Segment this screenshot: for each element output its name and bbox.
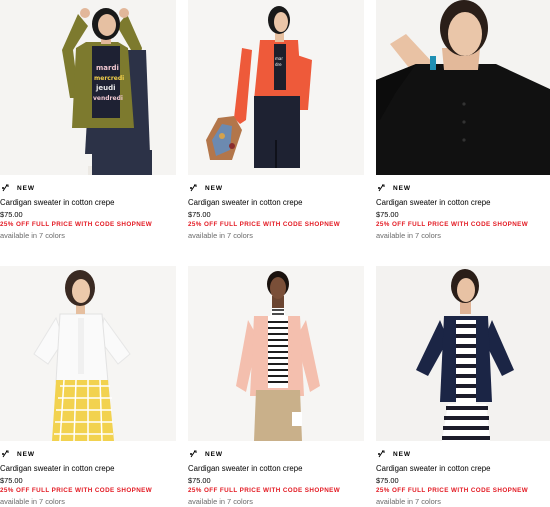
promo-text: 25% OFF FULL PRICE WITH CODE SHOPNEW [376,487,529,494]
color-availability-link[interactable]: available in 7 colors [376,497,550,507]
sparkle-icon [190,450,197,458]
product-title-link[interactable]: Cardigan sweater in cotton crepe [376,463,550,474]
svg-text:dre: dre [275,62,282,67]
color-availability-link[interactable]: available in 7 colors [188,497,364,507]
svg-text:mar: mar [275,56,283,61]
badge-label: NEW [205,450,223,458]
product-price: $75.00 [0,210,23,219]
product-image[interactable] [376,266,550,441]
product-price: $75.00 [188,476,211,485]
promo-text: 25% OFF FULL PRICE WITH CODE SHOPNEW [188,487,341,494]
new-badge: NEW [188,182,364,194]
product-image[interactable]: mar dre [188,0,364,175]
new-badge: NEW [0,182,176,194]
svg-text:mercredi: mercredi [94,75,124,82]
product-price: $75.00 [376,210,399,219]
product-title-link[interactable]: Cardigan sweater in cotton crepe [188,197,364,208]
badge-label: NEW [17,450,35,458]
new-badge: NEW [188,448,364,460]
product-card[interactable]: NEW Cardigan sweater in cotton crepe $75… [0,266,176,507]
color-availability-link[interactable]: available in 7 colors [0,231,176,241]
product-image[interactable] [188,266,364,441]
product-title-link[interactable]: Cardigan sweater in cotton crepe [376,197,550,208]
product-card[interactable]: NEW Cardigan sweater in cotton crepe $75… [376,266,550,507]
sparkle-icon [2,184,9,192]
svg-text:vendredi: vendredi [93,95,123,102]
product-card[interactable]: mar dre NEW Cardigan sweater in cotton c… [188,0,364,241]
promo-text: 25% OFF FULL PRICE WITH CODE SHOPNEW [376,221,529,228]
sparkle-icon [190,184,197,192]
product-title-link[interactable]: Cardigan sweater in cotton crepe [188,463,364,474]
promo-text: 25% OFF FULL PRICE WITH CODE SHOPNEW [0,487,153,494]
badge-label: NEW [393,450,411,458]
product-image[interactable]: mardi mercredi jeudi vendredi [0,0,176,175]
promo-text: 25% OFF FULL PRICE WITH CODE SHOPNEW [0,221,153,228]
badge-label: NEW [393,184,411,192]
product-title-link[interactable]: Cardigan sweater in cotton crepe [0,197,176,208]
sparkle-icon [378,450,385,458]
product-card[interactable]: NEW Cardigan sweater in cotton crepe $75… [188,266,364,507]
product-image[interactable] [376,0,550,175]
color-availability-link[interactable]: available in 7 colors [0,497,176,507]
product-price: $75.00 [376,476,399,485]
product-card[interactable]: mardi mercredi jeudi vendredi NEW Cardig… [0,0,176,241]
new-badge: NEW [376,448,550,460]
new-badge: NEW [0,448,176,460]
promo-text: 25% OFF FULL PRICE WITH CODE SHOPNEW [188,221,341,228]
product-card[interactable]: NEW Cardigan sweater in cotton crepe $75… [376,0,550,241]
product-grid: mardi mercredi jeudi vendredi NEW Cardig… [0,0,550,506]
badge-label: NEW [205,184,223,192]
product-image[interactable] [0,266,176,441]
color-availability-link[interactable]: available in 7 colors [188,231,364,241]
new-badge: NEW [376,182,550,194]
svg-text:mardi: mardi [96,64,119,72]
product-price: $75.00 [188,210,211,219]
sparkle-icon [378,184,385,192]
color-availability-link[interactable]: available in 7 colors [376,231,550,241]
sparkle-icon [2,450,9,458]
svg-text:jeudi: jeudi [95,84,116,92]
badge-label: NEW [17,184,35,192]
product-price: $75.00 [0,476,23,485]
product-title-link[interactable]: Cardigan sweater in cotton crepe [0,463,176,474]
